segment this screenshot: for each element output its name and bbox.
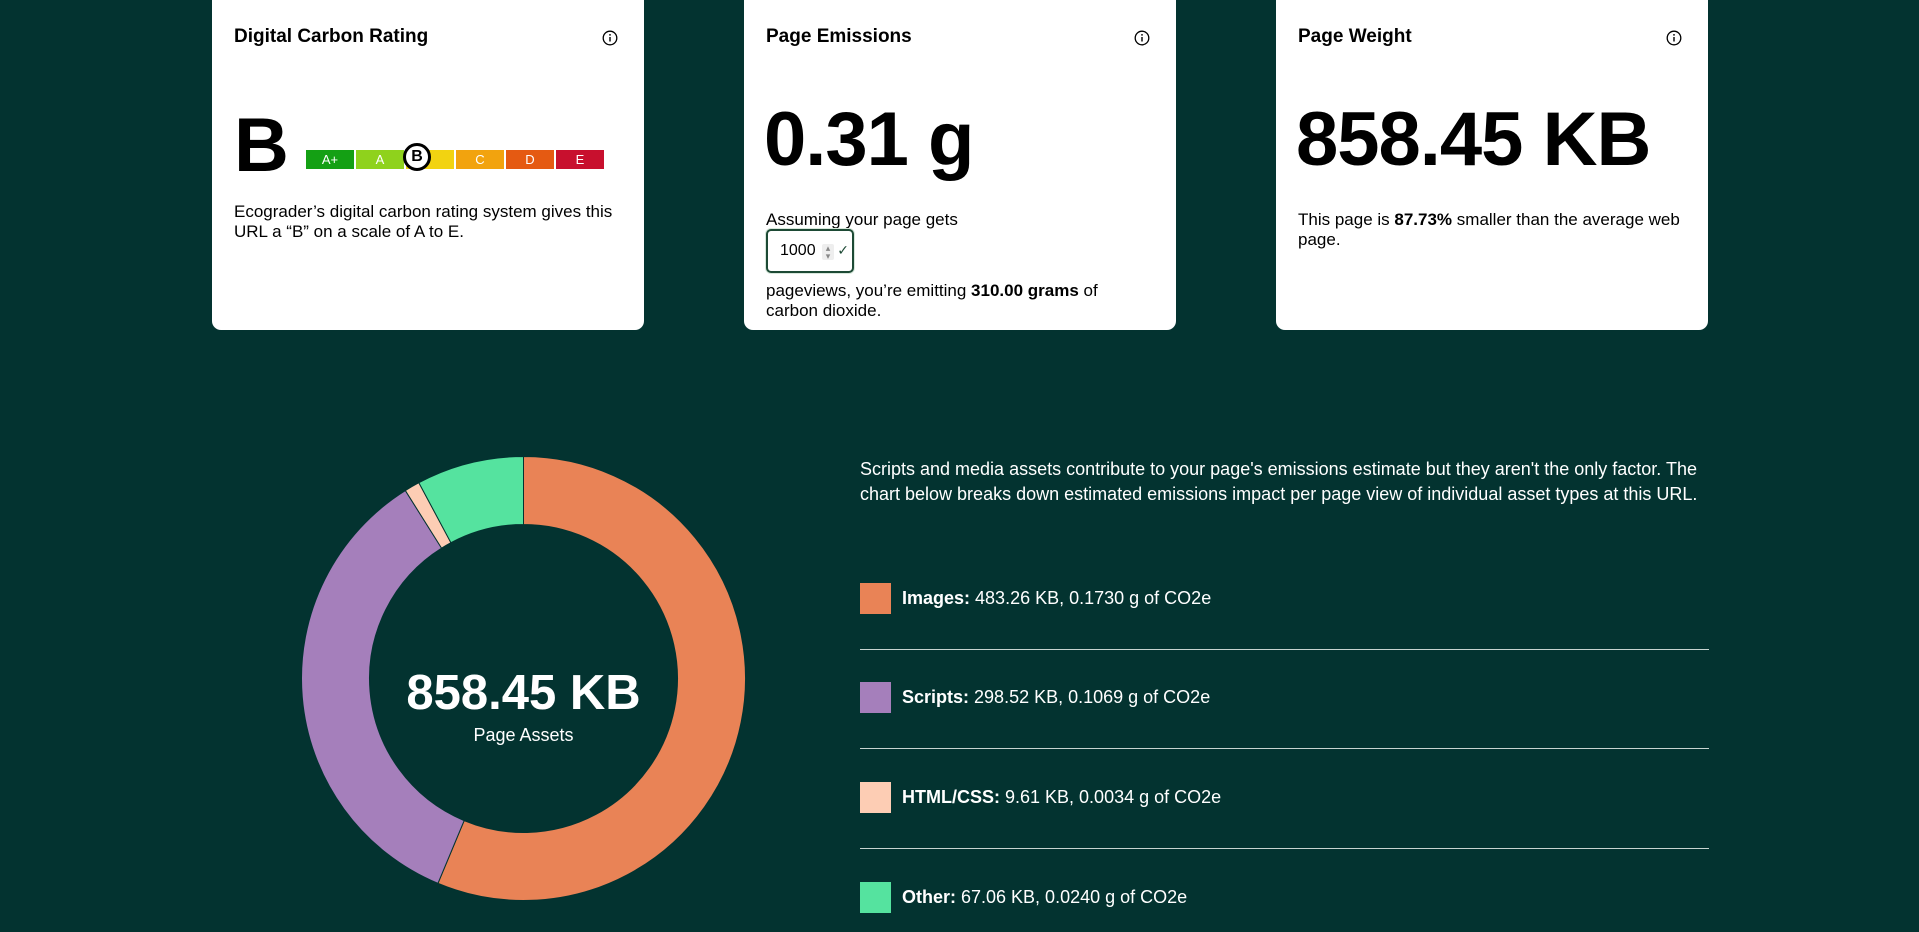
legend-swatch-html-css [860, 781, 891, 813]
info-icon[interactable] [1134, 30, 1150, 46]
legend-divider [860, 848, 1709, 849]
legend-swatch-scripts [860, 681, 891, 713]
pageviews-input[interactable]: 1000 ▴ ▾ ✓ [766, 229, 854, 273]
rating-segment-e: E [556, 150, 604, 169]
page-weight-text: This page is 87.73% smaller than the ave… [1298, 210, 1680, 249]
donut-total-label: Page Assets [473, 725, 574, 745]
rating-segment-d: D [506, 150, 554, 169]
page-emissions-title: Page Emissions [766, 26, 912, 47]
legend-swatch-other [860, 881, 891, 913]
rating-segment-a: A [356, 150, 404, 169]
legend-item-scripts: Scripts: 298.52 KB, 0.1069 g of CO2e [860, 681, 1709, 713]
legend-divider [860, 748, 1709, 749]
page-weight-card: Page Weight 858.45 KB This page is 87.73… [1276, 0, 1708, 330]
donut-total-value: 858.45 KB [406, 666, 641, 720]
assets-intro-text: Scripts and media assets contribute to y… [860, 459, 1698, 504]
grade-letter: B [234, 103, 289, 188]
page-emissions-card: Page Emissions 0.31 g Assuming your page… [744, 0, 1176, 330]
legend-divider [860, 649, 1709, 650]
legend-item-images: Images: 483.26 KB, 0.1730 g of CO2e [860, 582, 1709, 614]
rating-segment-a-plus: A+ [306, 150, 354, 169]
rating-segment-c: C [456, 150, 504, 169]
emissions-text-after: pageviews, you’re emitting 310.00 grams … [766, 281, 1098, 320]
rating-marker: B [403, 143, 431, 171]
pageviews-value: 1000 [780, 242, 816, 259]
rating-description: Ecograder’s digital carbon rating system… [234, 202, 613, 241]
check-icon: ✓ [837, 242, 849, 258]
legend-swatch-images [860, 582, 891, 614]
legend-item-other: Other: 67.06 KB, 0.0240 g of CO2e [860, 881, 1709, 913]
emissions-text-before: Assuming your page gets [766, 210, 958, 229]
carbon-rating-title: Digital Carbon Rating [234, 26, 429, 47]
rating-segment-b: BB [403, 143, 454, 171]
rating-scale: A+ A BB C D E [306, 143, 604, 171]
legend-item-html-css: HTML/CSS: 9.61 KB, 0.0034 g of CO2e [860, 781, 1709, 813]
info-icon[interactable] [602, 30, 618, 46]
carbon-rating-card: Digital Carbon Rating B A+ A BB C D E Ec… [212, 0, 644, 330]
page-weight-value: 858.45 KB [1296, 97, 1651, 182]
spinner-icon[interactable]: ▴ ▾ [822, 244, 834, 261]
page-weight-title: Page Weight [1298, 26, 1412, 47]
info-icon[interactable] [1666, 30, 1682, 46]
emissions-value: 0.31 g [764, 97, 974, 182]
